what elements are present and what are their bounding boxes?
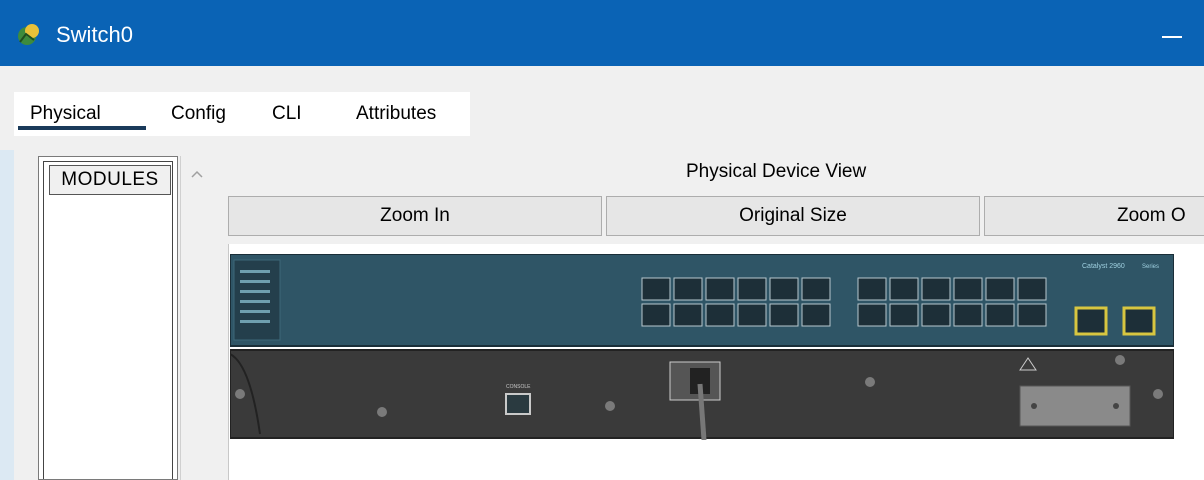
minimize-button[interactable] — [1162, 36, 1182, 38]
modules-header: MODULES — [49, 165, 171, 195]
modules-scrollbar[interactable] — [180, 156, 215, 480]
brand-label: Catalyst 2960 — [1082, 263, 1125, 270]
window-title: Switch0 — [56, 22, 134, 47]
console-label: CONSOLE — [506, 384, 531, 390]
tab-attributes[interactable]: Attributes — [356, 102, 436, 126]
modules-panel: MODULES — [38, 156, 178, 480]
uplink-port-2 — [1122, 306, 1156, 336]
switch-chassis-image: Catalyst 2960 Series CONSOLE — [230, 254, 1174, 440]
series-label: Series — [1142, 264, 1159, 270]
left-edge-accent — [0, 150, 14, 480]
zoom-out-button[interactable]: Zoom O — [984, 196, 1204, 236]
tab-cli[interactable]: CLI — [272, 102, 302, 126]
active-tab-indicator — [18, 126, 146, 130]
original-size-button[interactable]: Original Size — [606, 196, 980, 236]
packet-tracer-icon — [18, 24, 39, 45]
scroll-up-icon[interactable] — [186, 164, 208, 184]
tab-physical[interactable]: Physical — [30, 102, 101, 126]
tab-config[interactable]: Config — [171, 102, 226, 126]
console-port — [505, 393, 531, 415]
zoom-in-button[interactable]: Zoom In — [228, 196, 602, 236]
modules-list[interactable] — [43, 161, 173, 479]
uplink-port-1 — [1074, 306, 1108, 336]
physical-device-view-title: Physical Device View — [686, 161, 867, 182]
title-bar: Switch0 — [0, 0, 1204, 66]
